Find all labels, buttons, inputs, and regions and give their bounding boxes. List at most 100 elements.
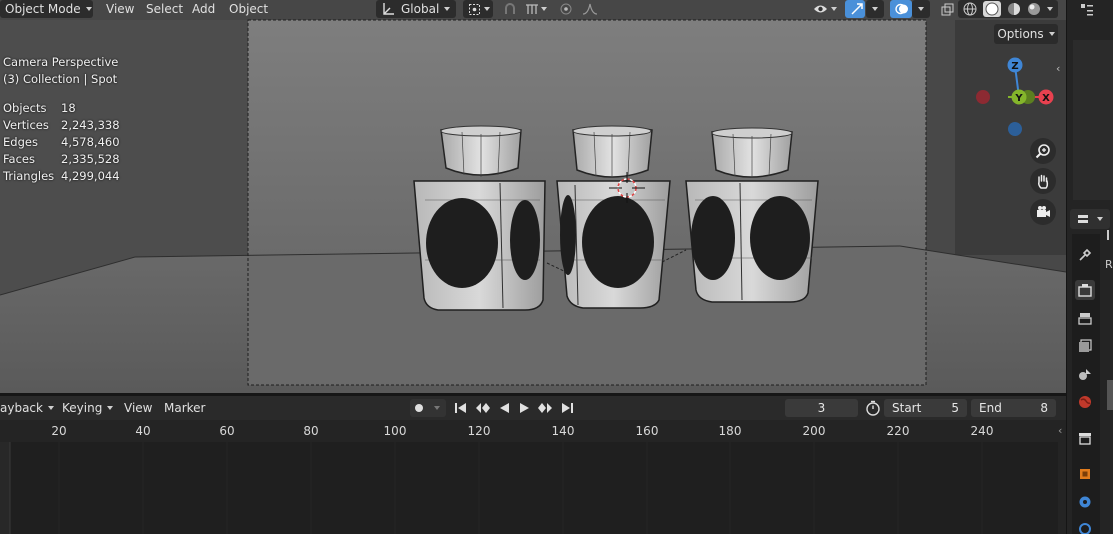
keying-menu[interactable]: Keying	[62, 399, 114, 417]
next-keyframe-icon[interactable]	[537, 402, 553, 414]
timeline-view-menu[interactable]: View	[124, 399, 152, 417]
wireframe-shading-icon[interactable]	[963, 2, 977, 16]
solid-shading-icon[interactable]	[983, 1, 1001, 17]
stat-key: Edges	[3, 135, 38, 149]
world-icon[interactable]	[1075, 392, 1095, 412]
neg-x-axis-handle	[976, 90, 990, 104]
snap-target-dropdown[interactable]	[520, 0, 550, 18]
stat-value: 2,335,528	[61, 152, 120, 166]
auto-keying-toggle[interactable]	[410, 399, 446, 417]
menu-view[interactable]: View	[101, 0, 139, 18]
viewport-info: Camera Perspective (3) Collection | Spot…	[3, 54, 120, 185]
editor-type-dropdown[interactable]	[1070, 209, 1110, 229]
mode-label: Object Mode	[5, 2, 81, 16]
stat-value: 18	[61, 101, 76, 115]
playback-menu[interactable]: ayback	[0, 399, 54, 417]
gizmo-icon	[850, 2, 864, 16]
stat-key: Triangles	[3, 169, 55, 183]
ruler-tick: 240	[970, 424, 994, 438]
rendered-shading-icon[interactable]	[1027, 2, 1041, 16]
snap-icon	[503, 2, 517, 16]
ruler-tick: 200	[802, 424, 826, 438]
properties-scrollbar[interactable]	[1107, 380, 1113, 410]
output-icon[interactable]	[1075, 308, 1095, 328]
start-frame-field[interactable]: Start 5	[884, 399, 967, 417]
timeline-editor[interactable]: 20 40 60 80 100 120 140 160 180 200 220 …	[0, 420, 1066, 534]
proportional-toggle[interactable]	[555, 0, 575, 18]
falloff-dropdown[interactable]	[577, 0, 605, 18]
timeline-sidebar-toggle-icon[interactable]: ‹	[1058, 424, 1062, 437]
transform-orientation-dropdown[interactable]: Global	[376, 0, 456, 18]
falloff-curve-icon	[582, 3, 598, 15]
properties-tabs	[1072, 234, 1100, 534]
ruler-tick: 60	[219, 424, 235, 438]
frame-ruler[interactable]: 20 40 60 80 100 120 140 160 180 200 220 …	[0, 420, 1066, 442]
pan-button[interactable]	[1030, 168, 1056, 194]
scene-icon[interactable]	[1075, 364, 1095, 384]
start-value: 5	[951, 401, 959, 415]
visibility-icon	[813, 3, 828, 15]
view-layer-icon[interactable]	[1075, 336, 1095, 356]
properties-editor-icon	[1078, 215, 1088, 223]
properties-partial-label: R	[1105, 258, 1113, 271]
menu-object[interactable]: Object	[224, 0, 273, 18]
menu-select[interactable]: Select	[141, 0, 188, 18]
render-icon[interactable]	[1075, 280, 1095, 300]
jump-end-icon[interactable]	[560, 402, 574, 414]
menu-add[interactable]: Add	[187, 0, 220, 18]
xray-toggle[interactable]	[936, 0, 956, 18]
jump-start-icon[interactable]	[454, 402, 468, 414]
collection-icon[interactable]	[1075, 428, 1095, 448]
overlay-toggle[interactable]	[890, 0, 912, 18]
visibility-dropdown[interactable]	[808, 0, 840, 18]
playback-controls	[454, 399, 574, 417]
start-label: Start	[892, 401, 922, 415]
ruler-tick: 20	[51, 424, 67, 438]
stat-value: 4,299,044	[61, 169, 120, 183]
play-reverse-icon[interactable]	[498, 402, 510, 414]
stat-row: Vertices 2,243,338	[3, 117, 120, 134]
ruler-tick: 160	[635, 424, 659, 438]
overlay-dropdown[interactable]	[912, 0, 930, 18]
orientation-label: Global	[401, 2, 440, 16]
options-dropdown[interactable]: Options	[994, 24, 1058, 44]
tool-icon[interactable]	[1075, 245, 1095, 265]
physics-icon[interactable]	[1075, 518, 1095, 534]
stat-key: Vertices	[3, 118, 49, 132]
scene-render	[0, 0, 1066, 393]
camera-view-button[interactable]	[1030, 199, 1056, 225]
play-icon[interactable]	[518, 402, 530, 414]
modifier-icon[interactable]	[1075, 492, 1095, 512]
neg-z-axis-handle	[1008, 122, 1022, 136]
options-label: Options	[997, 27, 1044, 41]
stopwatch-icon	[865, 400, 881, 416]
stat-key: Faces	[3, 152, 35, 166]
ruler-tick: 80	[303, 424, 319, 438]
zoom-button[interactable]	[1030, 138, 1056, 164]
proportional-icon	[560, 3, 572, 15]
gizmo-toggle[interactable]	[845, 0, 865, 18]
stat-row: Edges 4,578,460	[3, 134, 120, 151]
mode-dropdown[interactable]: Object Mode	[0, 0, 93, 18]
snap-toggle[interactable]	[498, 0, 520, 18]
ruler-tick: 100	[383, 424, 407, 438]
ruler-tick: 140	[551, 424, 575, 438]
outliner-filter-icon[interactable]	[1077, 0, 1097, 20]
keying-label: Keying	[62, 401, 103, 415]
preview-range-toggle[interactable]	[865, 399, 881, 417]
3d-viewport[interactable]: Object Mode View Select Add Object Globa…	[0, 0, 1066, 393]
gizmo-dropdown[interactable]	[866, 0, 884, 18]
navigation-gizmo[interactable]: Z X Y	[970, 52, 1060, 142]
current-frame-field[interactable]: 3	[785, 399, 858, 417]
pan-hand-icon	[1035, 173, 1051, 189]
material-shading-icon[interactable]	[1007, 2, 1021, 16]
record-icon	[414, 403, 424, 413]
pivot-dropdown[interactable]	[463, 0, 493, 18]
shading-modes	[958, 0, 1058, 18]
end-frame-field[interactable]: End 8	[971, 399, 1056, 417]
ruler-tick: 40	[135, 424, 151, 438]
prev-keyframe-icon[interactable]	[475, 402, 491, 414]
ruler-tick: 120	[467, 424, 491, 438]
object-icon[interactable]	[1075, 464, 1095, 484]
marker-menu[interactable]: Marker	[164, 399, 205, 417]
